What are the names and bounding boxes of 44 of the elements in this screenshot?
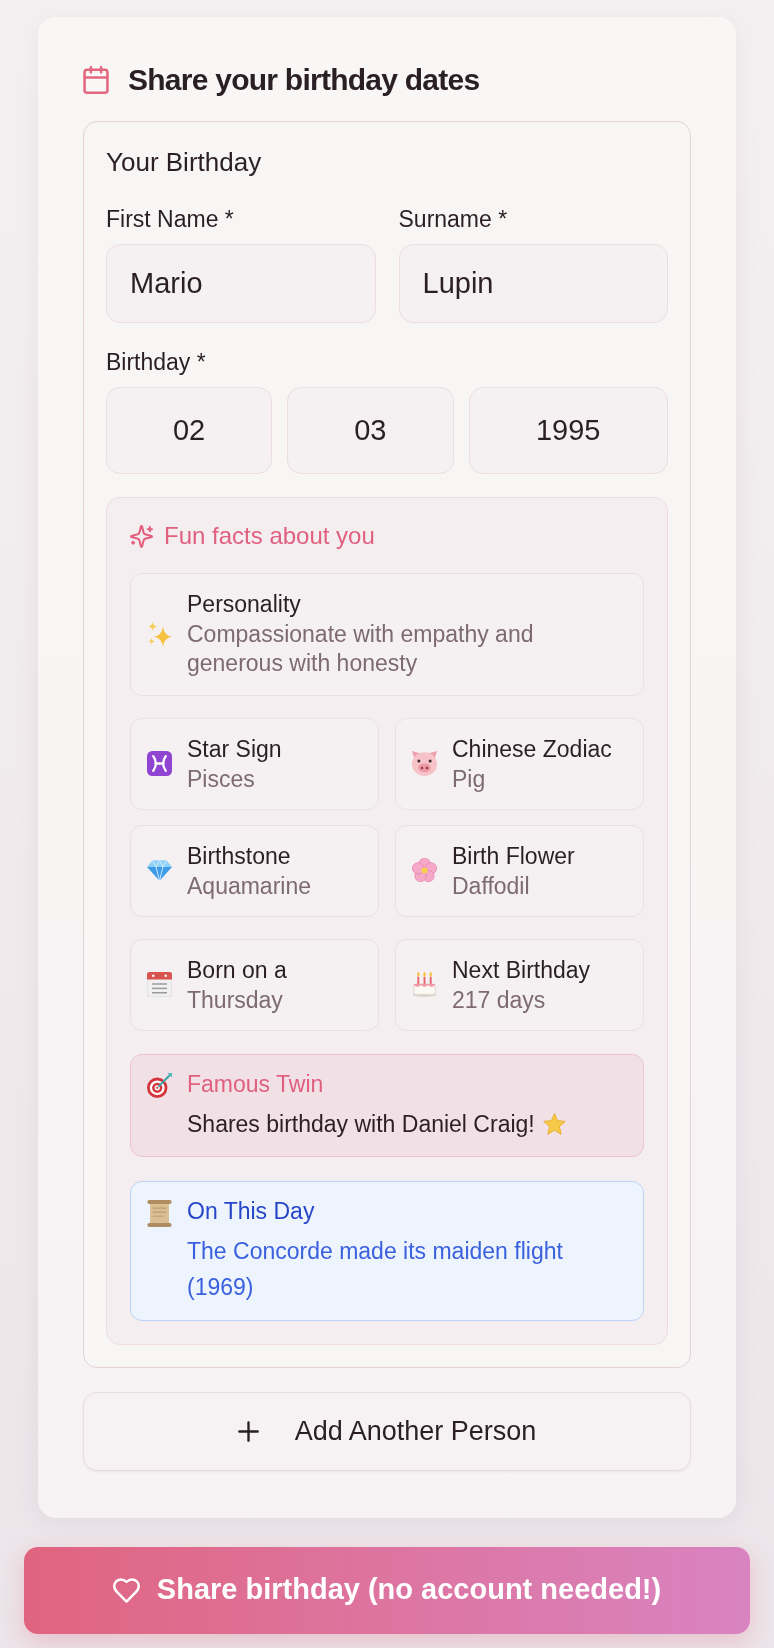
fact-title: Born on a: [187, 955, 287, 985]
highlight-text: The Concorde made its maiden flight (1969): [187, 1236, 564, 1302]
person-heading: Your Birthday: [106, 146, 263, 178]
date-field[interactable]: 02: [106, 387, 273, 474]
pig-face-icon: [412, 751, 437, 776]
name-field[interactable]: Lupin: [398, 244, 668, 323]
form-title: Share your birthday dates: [128, 63, 480, 97]
fact-title: Chinese Zodiac: [452, 734, 612, 764]
gem-icon: [147, 860, 172, 881]
fact-value: Pig: [452, 764, 486, 794]
fact-title: Birthstone: [187, 841, 291, 871]
fact-title: Star Sign: [187, 734, 282, 764]
heart-icon: [112, 1577, 140, 1603]
fact-value: Daffodil: [452, 871, 530, 901]
calendar-page-icon: [147, 972, 172, 997]
field-label: Birthday *: [106, 349, 207, 375]
fact-value: Thursday: [187, 985, 283, 1015]
fact-title: Next Birthday: [452, 955, 591, 985]
fact-value: Compassionate with empathy and generous with honesty: [187, 619, 535, 678]
name-field[interactable]: Mario: [106, 244, 376, 323]
target-icon: [147, 1072, 172, 1098]
fact-value: 217 days: [452, 985, 546, 1015]
fact-title: Birth Flower: [452, 841, 575, 871]
fun-facts-title: Fun facts about you: [164, 522, 375, 550]
field-label: Surname *: [398, 206, 509, 232]
star-icon: [542, 1112, 566, 1135]
date-field[interactable]: 1995: [468, 387, 668, 474]
date-field[interactable]: 03: [287, 387, 454, 474]
sparkles-icon: [147, 621, 172, 647]
highlight-title: Famous Twin: [187, 1069, 324, 1098]
plus-icon: [237, 1420, 259, 1442]
scroll-icon: [147, 1199, 172, 1227]
add-person-button[interactable]: Add Another Person: [83, 1391, 691, 1471]
calendar-icon: [83, 66, 109, 94]
pisces-sign-icon: [147, 751, 172, 776]
fact-value: Pisces: [187, 764, 255, 794]
highlight-title: On This Day: [187, 1196, 315, 1225]
highlight-text: Shares birthday with Daniel Craig!: [187, 1109, 535, 1139]
flower-icon: [412, 858, 437, 883]
fact-title: Personality: [187, 590, 301, 619]
cake-icon: [412, 972, 437, 997]
sparkles-icon: [130, 524, 153, 548]
field-label: First Name *: [106, 206, 235, 232]
fact-value: Aquamarine: [187, 871, 312, 901]
